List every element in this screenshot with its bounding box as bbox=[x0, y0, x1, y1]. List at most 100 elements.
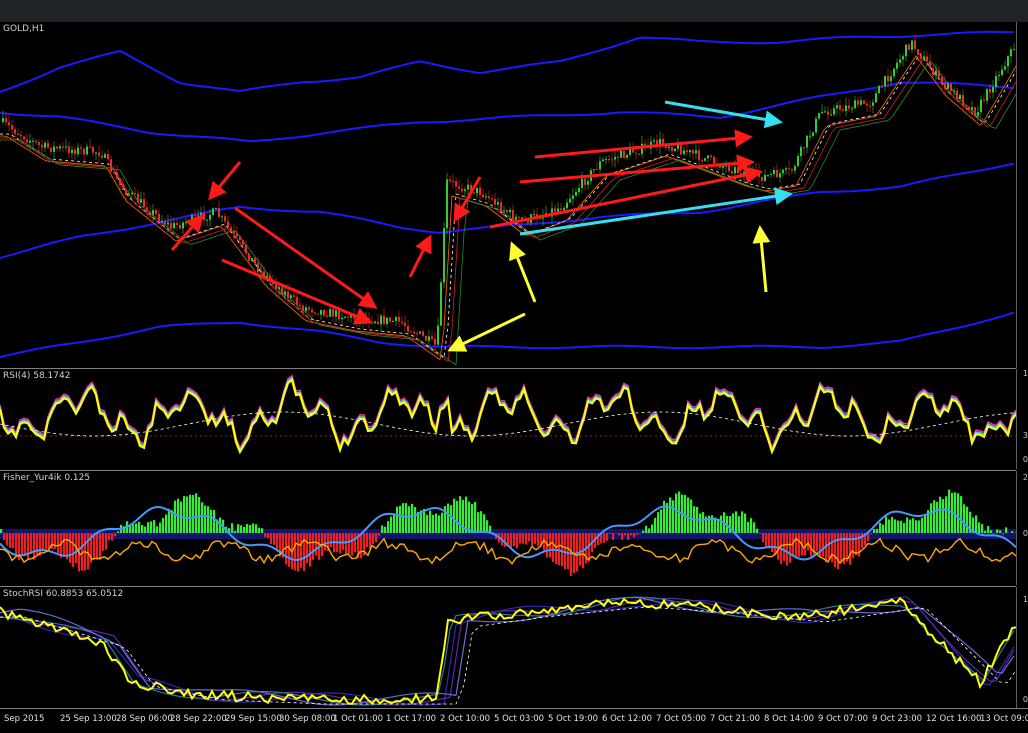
fisher-histogram-bar bbox=[201, 502, 203, 533]
fisher-histogram-bar bbox=[555, 533, 557, 564]
fisher-histogram-bar bbox=[477, 512, 479, 533]
fisher-histogram-bar bbox=[135, 523, 137, 533]
fisher-histogram-bar bbox=[105, 533, 107, 550]
fisher-histogram-bar bbox=[399, 506, 401, 533]
candle-body bbox=[902, 56, 904, 59]
fisher-histogram-bar bbox=[165, 515, 167, 533]
fisher-histogram-bar bbox=[450, 505, 452, 533]
candle-body bbox=[956, 91, 958, 100]
fisher-histogram-bar bbox=[537, 533, 539, 546]
time-axis-label: 28 Sep 22:00 bbox=[170, 714, 227, 724]
candle-body bbox=[275, 284, 277, 289]
candle-body bbox=[425, 336, 427, 341]
fisher-histogram-bar bbox=[15, 533, 17, 555]
candle-body bbox=[431, 336, 433, 339]
candle-body bbox=[707, 156, 709, 159]
fisher-histogram-bar bbox=[45, 533, 47, 549]
fisher-histogram-bar bbox=[888, 519, 890, 533]
candle-body bbox=[467, 185, 469, 190]
candle-body bbox=[827, 111, 829, 114]
fisher-histogram-bar bbox=[636, 533, 638, 535]
candle-body bbox=[734, 167, 736, 173]
fisher-histogram-bar bbox=[774, 533, 776, 555]
candle-body bbox=[458, 186, 460, 188]
candle-body bbox=[980, 100, 982, 113]
fisher-histogram-bar bbox=[642, 531, 644, 533]
fisher-pane[interactable]: Fisher_Yur4ik 0.125 bbox=[0, 471, 1016, 585]
candle-body bbox=[98, 153, 100, 156]
stochrsi-label: StochRSI 60.8853 65.0512 bbox=[3, 589, 123, 599]
candle-body bbox=[896, 63, 898, 69]
candle-body bbox=[917, 49, 919, 55]
candle-body bbox=[791, 169, 793, 170]
rsi-pane[interactable]: RSI(4) 58.1742 bbox=[0, 369, 1016, 469]
candle-body bbox=[260, 271, 262, 272]
fisher-histogram-bar bbox=[303, 533, 305, 571]
candle-body bbox=[851, 108, 853, 109]
candle-body bbox=[146, 207, 148, 211]
fisher-histogram-bar bbox=[885, 517, 887, 533]
stochrsi-pane[interactable]: StochRSI 60.8853 65.0512 bbox=[0, 587, 1016, 708]
fisher-histogram-bar bbox=[324, 533, 326, 551]
candle-body bbox=[617, 157, 619, 158]
candle-body bbox=[401, 321, 403, 322]
fisher-histogram-bar bbox=[459, 496, 461, 533]
fisher-histogram-bar bbox=[531, 533, 533, 546]
price-chart-pane[interactable]: GOLD,H1 bbox=[0, 22, 1016, 368]
candle-body bbox=[683, 150, 685, 154]
fisher-histogram-bar bbox=[720, 516, 722, 533]
candle-body bbox=[863, 101, 865, 104]
fisher-histogram-bar bbox=[312, 533, 314, 560]
candle-body bbox=[167, 223, 169, 225]
fisher-histogram-bar bbox=[741, 511, 743, 533]
fisher-histogram-bar bbox=[666, 503, 668, 533]
candle-body bbox=[428, 336, 430, 340]
candle-body bbox=[281, 287, 283, 295]
candle-body bbox=[311, 309, 313, 312]
candle-body bbox=[203, 213, 205, 220]
candle-body bbox=[164, 221, 166, 224]
candle-body bbox=[926, 56, 928, 61]
fisher-histogram-bar bbox=[651, 524, 653, 533]
candle-body bbox=[950, 84, 952, 91]
candle-body bbox=[68, 146, 70, 153]
candle-body bbox=[2, 118, 4, 122]
fisher-histogram-bar bbox=[933, 500, 935, 533]
candle-body bbox=[185, 222, 187, 223]
candle-body bbox=[110, 159, 112, 172]
fisher-histogram-bar bbox=[342, 533, 344, 550]
candle-body bbox=[434, 339, 436, 345]
candle-body bbox=[509, 210, 511, 212]
fisher-histogram-bar bbox=[150, 521, 152, 533]
candle-body bbox=[899, 59, 901, 62]
candle-body bbox=[488, 196, 490, 198]
candle-body bbox=[938, 71, 940, 77]
candle-body bbox=[86, 147, 88, 155]
candle-body bbox=[422, 331, 424, 335]
candle-body bbox=[977, 112, 979, 115]
candle-body bbox=[854, 100, 856, 108]
candle-body bbox=[608, 159, 610, 160]
fisher-histogram-bar bbox=[762, 533, 764, 542]
candle-body bbox=[284, 291, 286, 295]
candle-body bbox=[887, 76, 889, 81]
fisher-histogram-bar bbox=[834, 533, 836, 567]
candle-body bbox=[437, 326, 439, 345]
annotation-arrow bbox=[450, 314, 525, 350]
fisher-histogram-bar bbox=[354, 533, 356, 552]
fisher-histogram-bar bbox=[738, 516, 740, 533]
rsi-scale-mid: 3 bbox=[1023, 431, 1028, 440]
fisher-histogram-bar bbox=[210, 510, 212, 533]
candle-body bbox=[404, 323, 406, 326]
candle-body bbox=[17, 134, 19, 135]
candle-body bbox=[485, 196, 487, 197]
fisher-histogram-bar bbox=[606, 533, 608, 541]
candle-body bbox=[893, 69, 895, 77]
annotation-arrow bbox=[172, 216, 202, 250]
candle-body bbox=[686, 150, 688, 152]
candle-body bbox=[728, 165, 730, 171]
fisher-histogram-bar bbox=[783, 533, 785, 561]
candle-body bbox=[320, 310, 322, 315]
fisher-histogram-bar bbox=[960, 496, 962, 533]
candle-body bbox=[587, 181, 589, 185]
